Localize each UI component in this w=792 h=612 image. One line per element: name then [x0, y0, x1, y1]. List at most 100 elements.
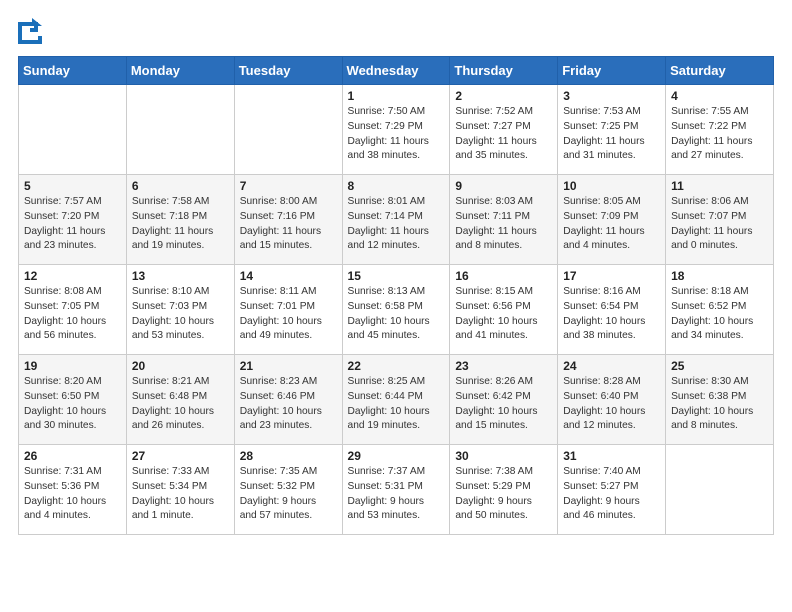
- day-number: 13: [132, 269, 229, 283]
- day-number: 6: [132, 179, 229, 193]
- calendar-cell: 24 Sunrise: 8:28 AM Sunset: 6:40 PM Dayli…: [558, 355, 666, 445]
- day-number: 8: [348, 179, 445, 193]
- calendar-week-1: 1 Sunrise: 7:50 AM Sunset: 7:29 PM Daylig…: [19, 85, 774, 175]
- calendar-cell: 10 Sunrise: 8:05 AM Sunset: 7:09 PM Dayli…: [558, 175, 666, 265]
- calendar-cell: 17 Sunrise: 8:16 AM Sunset: 6:54 PM Dayli…: [558, 265, 666, 355]
- col-header-friday: Friday: [558, 57, 666, 85]
- calendar-cell: 22Sunrise: 8:25 AM Sunset: 6:44 PM Dayli…: [342, 355, 450, 445]
- day-number: 31: [563, 449, 660, 463]
- calendar-week-3: 12 Sunrise: 8:08 AM Sunset: 7:05 PM Dayli…: [19, 265, 774, 355]
- calendar-cell: 16Sunrise: 8:15 AM Sunset: 6:56 PM Dayli…: [450, 265, 558, 355]
- day-content: Sunrise: 8:15 AM Sunset: 6:56 PM Dayligh…: [455, 285, 552, 344]
- calendar-cell: 15 Sunrise: 8:13 AM Sunset: 6:58 PM Dayli…: [342, 265, 450, 355]
- day-number: 30: [455, 449, 552, 463]
- calendar-cell: 25 Sunrise: 8:30 AM Sunset: 6:38 PM Dayli…: [666, 355, 774, 445]
- day-content: Sunrise: 8:28 AM Sunset: 6:40 PM Dayligh…: [563, 375, 660, 434]
- day-content: Sunrise: 7:31 AM Sunset: 5:36 PM Dayligh…: [24, 465, 121, 524]
- calendar-cell: 31 Sunrise: 7:40 AM Sunset: 5:27 PM Dayli…: [558, 445, 666, 535]
- calendar-cell: [666, 445, 774, 535]
- calendar-cell: 27 Sunrise: 7:33 AM Sunset: 5:34 PM Dayli…: [126, 445, 234, 535]
- col-header-monday: Monday: [126, 57, 234, 85]
- day-number: 17: [563, 269, 660, 283]
- calendar-cell: 29Sunrise: 7:37 AM Sunset: 5:31 PM Dayli…: [342, 445, 450, 535]
- day-number: 27: [132, 449, 229, 463]
- page: SundayMondayTuesdayWednesdayThursdayFrid…: [0, 0, 792, 553]
- calendar-week-5: 26 Sunrise: 7:31 AM Sunset: 5:36 PM Dayli…: [19, 445, 774, 535]
- day-content: Sunrise: 8:18 AM Sunset: 6:52 PM Dayligh…: [671, 285, 768, 344]
- calendar-cell: 12 Sunrise: 8:08 AM Sunset: 7:05 PM Dayli…: [19, 265, 127, 355]
- calendar-cell: 6 Sunrise: 7:58 AM Sunset: 7:18 PM Daylig…: [126, 175, 234, 265]
- day-number: 12: [24, 269, 121, 283]
- day-content: Sunrise: 7:50 AM Sunset: 7:29 PM Dayligh…: [348, 105, 445, 164]
- day-number: 9: [455, 179, 552, 193]
- calendar-cell: 5Sunrise: 7:57 AM Sunset: 7:20 PM Daylig…: [19, 175, 127, 265]
- calendar-cell: [234, 85, 342, 175]
- calendar-cell: [126, 85, 234, 175]
- day-number: 23: [455, 359, 552, 373]
- col-header-thursday: Thursday: [450, 57, 558, 85]
- day-content: Sunrise: 8:08 AM Sunset: 7:05 PM Dayligh…: [24, 285, 121, 344]
- day-content: Sunrise: 7:37 AM Sunset: 5:31 PM Dayligh…: [348, 465, 445, 524]
- calendar-header-row: SundayMondayTuesdayWednesdayThursdayFrid…: [19, 57, 774, 85]
- calendar-cell: 21 Sunrise: 8:23 AM Sunset: 6:46 PM Dayli…: [234, 355, 342, 445]
- day-number: 7: [240, 179, 337, 193]
- day-number: 14: [240, 269, 337, 283]
- day-content: Sunrise: 7:58 AM Sunset: 7:18 PM Dayligh…: [132, 195, 229, 254]
- day-content: Sunrise: 8:30 AM Sunset: 6:38 PM Dayligh…: [671, 375, 768, 434]
- day-number: 4: [671, 89, 768, 103]
- day-content: Sunrise: 8:11 AM Sunset: 7:01 PM Dayligh…: [240, 285, 337, 344]
- day-content: Sunrise: 8:23 AM Sunset: 6:46 PM Dayligh…: [240, 375, 337, 434]
- day-number: 10: [563, 179, 660, 193]
- calendar-week-4: 19 Sunrise: 8:20 AM Sunset: 6:50 PM Dayli…: [19, 355, 774, 445]
- calendar-cell: 18 Sunrise: 8:18 AM Sunset: 6:52 PM Dayli…: [666, 265, 774, 355]
- calendar-week-2: 5Sunrise: 7:57 AM Sunset: 7:20 PM Daylig…: [19, 175, 774, 265]
- day-number: 21: [240, 359, 337, 373]
- calendar-cell: 9 Sunrise: 8:03 AM Sunset: 7:11 PM Daylig…: [450, 175, 558, 265]
- day-content: Sunrise: 8:26 AM Sunset: 6:42 PM Dayligh…: [455, 375, 552, 434]
- calendar-cell: 1 Sunrise: 7:50 AM Sunset: 7:29 PM Daylig…: [342, 85, 450, 175]
- day-content: Sunrise: 7:52 AM Sunset: 7:27 PM Dayligh…: [455, 105, 552, 164]
- day-content: Sunrise: 7:33 AM Sunset: 5:34 PM Dayligh…: [132, 465, 229, 524]
- day-content: Sunrise: 8:25 AM Sunset: 6:44 PM Dayligh…: [348, 375, 445, 434]
- day-content: Sunrise: 7:57 AM Sunset: 7:20 PM Dayligh…: [24, 195, 121, 254]
- day-content: Sunrise: 8:03 AM Sunset: 7:11 PM Dayligh…: [455, 195, 552, 254]
- calendar-cell: 3Sunrise: 7:53 AM Sunset: 7:25 PM Daylig…: [558, 85, 666, 175]
- day-number: 26: [24, 449, 121, 463]
- calendar-cell: 11 Sunrise: 8:06 AM Sunset: 7:07 PM Dayli…: [666, 175, 774, 265]
- day-number: 18: [671, 269, 768, 283]
- day-content: Sunrise: 7:40 AM Sunset: 5:27 PM Dayligh…: [563, 465, 660, 524]
- day-number: 24: [563, 359, 660, 373]
- day-number: 28: [240, 449, 337, 463]
- day-number: 2: [455, 89, 552, 103]
- day-content: Sunrise: 8:21 AM Sunset: 6:48 PM Dayligh…: [132, 375, 229, 434]
- col-header-tuesday: Tuesday: [234, 57, 342, 85]
- header: [18, 18, 774, 48]
- calendar-cell: 2 Sunrise: 7:52 AM Sunset: 7:27 PM Daylig…: [450, 85, 558, 175]
- day-number: 19: [24, 359, 121, 373]
- col-header-sunday: Sunday: [19, 57, 127, 85]
- day-content: Sunrise: 8:05 AM Sunset: 7:09 PM Dayligh…: [563, 195, 660, 254]
- day-number: 15: [348, 269, 445, 283]
- day-content: Sunrise: 8:16 AM Sunset: 6:54 PM Dayligh…: [563, 285, 660, 344]
- day-number: 20: [132, 359, 229, 373]
- calendar-cell: 14 Sunrise: 8:11 AM Sunset: 7:01 PM Dayli…: [234, 265, 342, 355]
- day-content: Sunrise: 8:13 AM Sunset: 6:58 PM Dayligh…: [348, 285, 445, 344]
- calendar-table: SundayMondayTuesdayWednesdayThursdayFrid…: [18, 56, 774, 535]
- day-content: Sunrise: 8:01 AM Sunset: 7:14 PM Dayligh…: [348, 195, 445, 254]
- day-content: Sunrise: 7:55 AM Sunset: 7:22 PM Dayligh…: [671, 105, 768, 164]
- day-content: Sunrise: 8:06 AM Sunset: 7:07 PM Dayligh…: [671, 195, 768, 254]
- day-content: Sunrise: 8:10 AM Sunset: 7:03 PM Dayligh…: [132, 285, 229, 344]
- day-number: 1: [348, 89, 445, 103]
- calendar-cell: 4 Sunrise: 7:55 AM Sunset: 7:22 PM Daylig…: [666, 85, 774, 175]
- day-number: 25: [671, 359, 768, 373]
- day-content: Sunrise: 8:20 AM Sunset: 6:50 PM Dayligh…: [24, 375, 121, 434]
- calendar-cell: 30Sunrise: 7:38 AM Sunset: 5:29 PM Dayli…: [450, 445, 558, 535]
- day-number: 11: [671, 179, 768, 193]
- calendar-cell: 8 Sunrise: 8:01 AM Sunset: 7:14 PM Daylig…: [342, 175, 450, 265]
- calendar-cell: 20 Sunrise: 8:21 AM Sunset: 6:48 PM Dayli…: [126, 355, 234, 445]
- day-number: 3: [563, 89, 660, 103]
- calendar-cell: [19, 85, 127, 175]
- calendar-cell: 28Sunrise: 7:35 AM Sunset: 5:32 PM Dayli…: [234, 445, 342, 535]
- col-header-wednesday: Wednesday: [342, 57, 450, 85]
- logo: [18, 18, 46, 48]
